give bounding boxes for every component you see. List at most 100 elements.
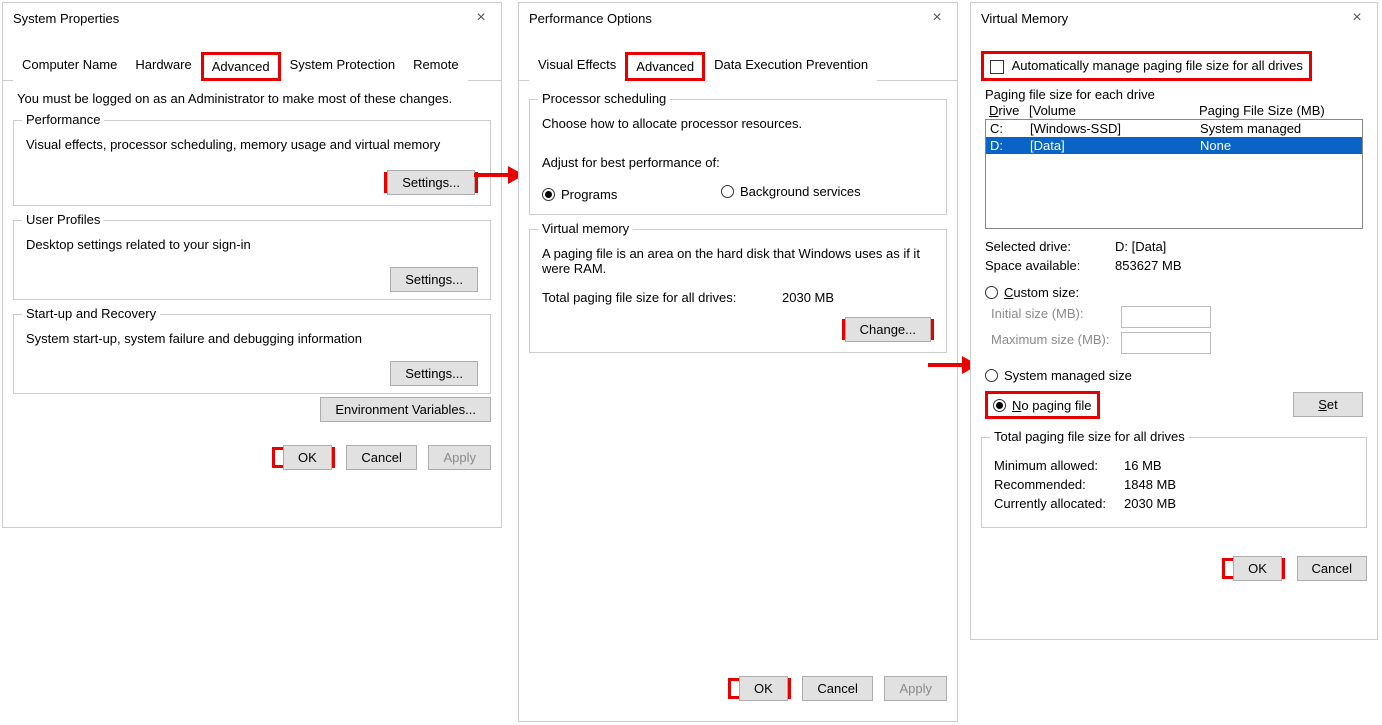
titlebar: System Properties × [3, 3, 501, 33]
set-button[interactable]: Set [1293, 392, 1363, 417]
radio-background-services[interactable]: Background services [721, 184, 861, 199]
startup-recovery-legend: Start-up and Recovery [22, 306, 160, 321]
user-profiles-settings-button[interactable]: Settings... [390, 267, 478, 292]
arrow-icon [928, 363, 962, 367]
cancel-button[interactable]: Cancel [802, 676, 872, 701]
user-profiles-desc: Desktop settings related to your sign-in [26, 237, 478, 252]
ok-button[interactable]: OK [739, 676, 788, 701]
performance-settings-highlight: Settings... [384, 172, 478, 193]
radio-icon [721, 185, 734, 198]
minimum-allowed-value: 16 MB [1124, 458, 1162, 473]
vm-total-value: 2030 MB [782, 290, 834, 305]
recommended-label: Recommended: [994, 477, 1124, 492]
cancel-button[interactable]: Cancel [1297, 556, 1367, 581]
performance-legend: Performance [22, 112, 104, 127]
ok-button[interactable]: OK [1233, 556, 1282, 581]
processor-scheduling-legend: Processor scheduling [538, 91, 670, 106]
system-properties-dialog: System Properties × Computer Name Hardwa… [2, 2, 502, 528]
tab-visual-effects[interactable]: Visual Effects [529, 52, 625, 81]
user-profiles-group: User Profiles Desktop settings related t… [13, 220, 491, 300]
window-title: System Properties [13, 11, 119, 26]
radio-programs-label: Programs [561, 187, 617, 202]
tab-row: Visual Effects Advanced Data Execution P… [519, 51, 957, 81]
user-profiles-legend: User Profiles [22, 212, 104, 227]
titlebar: Virtual Memory × [971, 3, 1377, 33]
auto-manage-highlight: Automatically manage paging file size fo… [981, 51, 1312, 81]
selected-drive-value: D: [Data] [1115, 239, 1166, 254]
close-icon[interactable]: × [927, 9, 947, 27]
totals-group: Total paging file size for all drives Mi… [981, 437, 1367, 528]
currently-allocated-label: Currently allocated: [994, 496, 1124, 511]
apply-button[interactable]: Apply [428, 445, 491, 470]
close-icon[interactable]: × [471, 9, 491, 27]
processor-scheduling-desc: Choose how to allocate processor resourc… [542, 116, 934, 131]
radio-icon [542, 188, 555, 201]
drive-row[interactable]: C: [Windows-SSD] System managed [986, 120, 1362, 137]
auto-manage-checkbox[interactable] [990, 60, 1004, 74]
radio-no-paging-file[interactable]: No paging file [993, 398, 1092, 413]
selected-drive-label: Selected drive: [985, 239, 1115, 254]
header-drive: Drive [989, 103, 1029, 118]
initial-size-label: Initial size (MB): [991, 306, 1121, 328]
tab-dep[interactable]: Data Execution Prevention [705, 52, 877, 81]
close-icon[interactable]: × [1347, 9, 1367, 27]
processor-scheduling-group: Processor scheduling Choose how to alloc… [529, 99, 947, 215]
startup-settings-button[interactable]: Settings... [390, 361, 478, 386]
drive-list-header: Drive [Volume Paging File Size (MB) [985, 102, 1363, 119]
titlebar: Performance Options × [519, 3, 957, 33]
radio-custom-size[interactable]: Custom size: [985, 285, 1079, 300]
no-paging-file-label: No paging file [1012, 398, 1092, 413]
drive-row[interactable]: D: [Data] None [986, 137, 1362, 154]
radio-icon [993, 399, 1006, 412]
drive-size: None [1200, 138, 1358, 153]
radio-bg-label: Background services [740, 184, 861, 199]
totals-legend: Total paging file size for all drives [990, 429, 1189, 444]
radio-icon [985, 369, 998, 382]
auto-manage-label: Automatically manage paging file size fo… [1012, 58, 1303, 73]
header-size: Paging File Size (MB) [1199, 103, 1359, 118]
arrow-icon [474, 173, 508, 177]
tab-advanced[interactable]: Advanced [625, 52, 705, 81]
drive-volume: [Windows-SSD] [1030, 121, 1200, 136]
tab-advanced[interactable]: Advanced [201, 52, 281, 81]
maximum-size-input[interactable] [1121, 332, 1211, 354]
radio-programs[interactable]: Programs [542, 187, 617, 202]
admin-note: You must be logged on as an Administrato… [3, 81, 501, 106]
recommended-value: 1848 MB [1124, 477, 1176, 492]
change-button[interactable]: Change... [845, 317, 931, 342]
performance-settings-button[interactable]: Settings... [387, 170, 475, 195]
space-available-label: Space available: [985, 258, 1115, 273]
drive-letter: C: [990, 121, 1030, 136]
ok-button[interactable]: OK [283, 445, 332, 470]
startup-recovery-group: Start-up and Recovery System start-up, s… [13, 314, 491, 394]
startup-recovery-desc: System start-up, system failure and debu… [26, 331, 478, 346]
apply-button[interactable]: Apply [884, 676, 947, 701]
tab-computer-name[interactable]: Computer Name [13, 52, 126, 81]
virtual-memory-group: Virtual memory A paging file is an area … [529, 229, 947, 353]
virtual-memory-dialog: Virtual Memory × Automatically manage pa… [970, 2, 1378, 640]
radio-system-managed[interactable]: System managed size [985, 368, 1132, 383]
drive-list[interactable]: C: [Windows-SSD] System managed D: [Data… [985, 119, 1363, 229]
initial-size-input[interactable] [1121, 306, 1211, 328]
space-available-value: 853627 MB [1115, 258, 1182, 273]
drive-letter: D: [990, 138, 1030, 153]
tab-system-protection[interactable]: System Protection [281, 52, 405, 81]
tab-hardware[interactable]: Hardware [126, 52, 200, 81]
window-title: Virtual Memory [981, 11, 1068, 26]
cancel-button[interactable]: Cancel [346, 445, 416, 470]
tab-row: Computer Name Hardware Advanced System P… [3, 51, 501, 81]
virtual-memory-desc: A paging file is an area on the hard dis… [542, 246, 934, 276]
environment-variables-button[interactable]: Environment Variables... [320, 397, 491, 422]
window-title: Performance Options [529, 11, 652, 26]
drive-volume: [Data] [1030, 138, 1200, 153]
drive-size: System managed [1200, 121, 1358, 136]
each-drive-label: Paging file size for each drive [985, 87, 1363, 102]
performance-group: Performance Visual effects, processor sc… [13, 120, 491, 206]
virtual-memory-legend: Virtual memory [538, 221, 633, 236]
minimum-allowed-label: Minimum allowed: [994, 458, 1124, 473]
adjust-label: Adjust for best performance of: [542, 155, 934, 170]
tab-remote[interactable]: Remote [404, 52, 468, 81]
vm-total-label: Total paging file size for all drives: [542, 290, 782, 305]
header-volume: [Volume [1029, 103, 1199, 118]
performance-desc: Visual effects, processor scheduling, me… [26, 137, 478, 152]
